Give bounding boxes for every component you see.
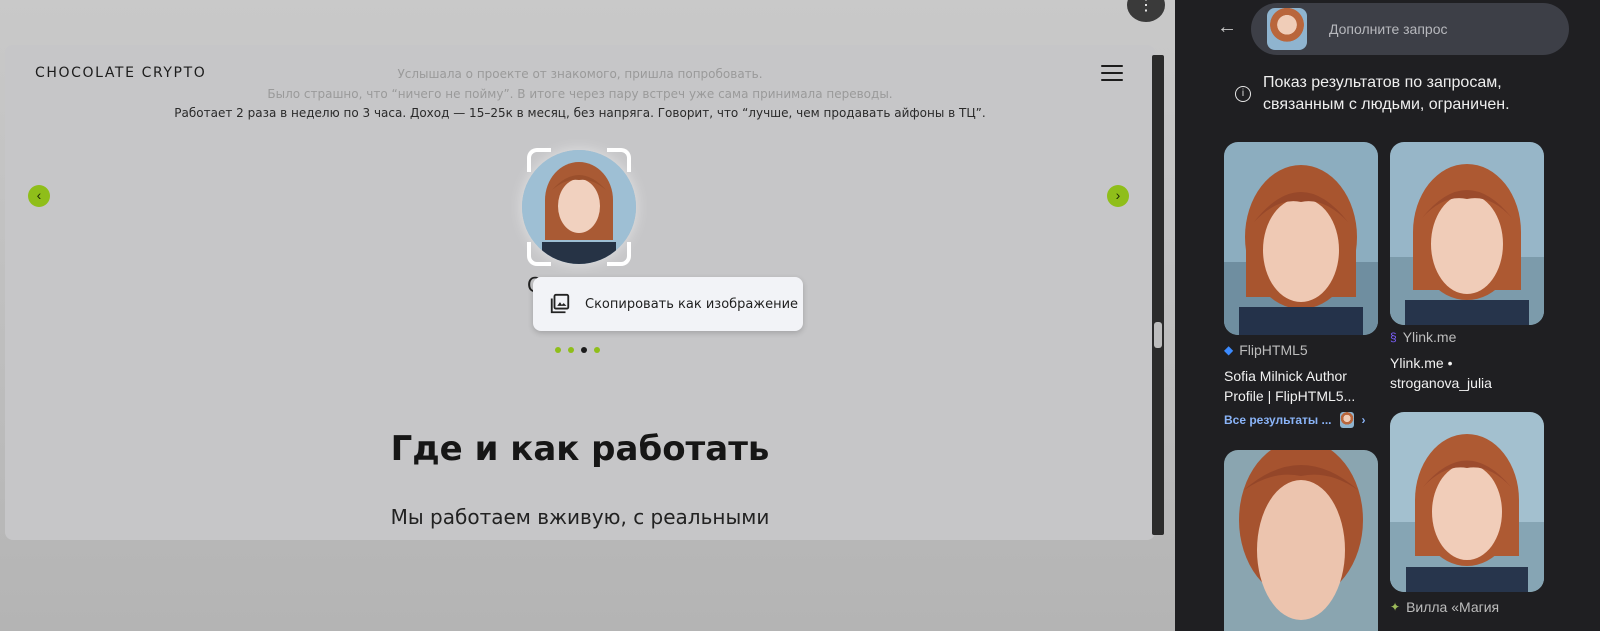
all-results-link[interactable]: Все результаты ... ›	[1224, 412, 1366, 428]
slider-dot[interactable]	[594, 347, 600, 353]
result-source-2[interactable]: § Ylink.me	[1390, 329, 1456, 345]
selection-corner	[607, 148, 631, 172]
query-image-thumbnail[interactable]	[1267, 8, 1307, 50]
slider-dots	[555, 347, 600, 353]
page-scrollbar-thumb[interactable]	[1154, 322, 1162, 348]
result-title-2[interactable]: Ylink.me • stroganova_julia	[1390, 353, 1540, 393]
website-page: CHOCOLATE CRYPTO Услышала о проекте от з…	[5, 45, 1155, 540]
notice-text: Показ результатов по запросам, связанным…	[1263, 74, 1510, 113]
search-placeholder: Дополните запрос	[1329, 21, 1448, 37]
section-heading: Где и как работать	[390, 429, 770, 469]
slider-prev-button[interactable]: ‹	[28, 185, 50, 207]
portrait-image	[1390, 142, 1544, 325]
section-paragraph: Мы работаем вживую, с реальными	[390, 505, 770, 529]
selection-corner	[527, 242, 551, 266]
review-line-1: Услышала о проекте от знакомого, пришла …	[397, 67, 763, 81]
result-source-3[interactable]: ✦ Вилла «Магия	[1390, 599, 1499, 615]
copy-as-image-menu-item[interactable]: Скопировать как изображение	[533, 277, 803, 331]
image-copy-icon	[550, 293, 570, 314]
back-arrow-icon[interactable]: ←	[1217, 16, 1237, 39]
portrait-image	[1390, 412, 1544, 592]
more-options-icon[interactable]: ⋮	[1127, 0, 1165, 22]
slider-next-button[interactable]: ›	[1107, 185, 1129, 207]
chevron-right-icon: ›	[1361, 413, 1366, 427]
portrait-image	[1224, 450, 1378, 631]
ylink-icon: §	[1390, 330, 1397, 344]
reviewer-avatar-selection[interactable]	[522, 148, 636, 266]
all-results-label: Все результаты ...	[1224, 413, 1332, 427]
selection-corner	[607, 242, 631, 266]
lens-side-panel: ← Дополните запрос i Показ результатов п…	[1175, 0, 1600, 631]
result-image-2[interactable]	[1390, 142, 1544, 325]
result-source-2-name: Ylink.me	[1402, 329, 1457, 345]
result-image-3[interactable]	[1224, 450, 1378, 631]
result-source-1-name: FlipHTML5	[1239, 342, 1308, 358]
slider-dot-active[interactable]	[581, 347, 587, 353]
search-input[interactable]: Дополните запрос	[1251, 3, 1569, 55]
result-image-4[interactable]	[1390, 412, 1544, 592]
all-results-thumbnail	[1339, 412, 1354, 428]
result-source-3-name: Вилла «Магия	[1406, 599, 1500, 615]
result-title-1[interactable]: Sofia Milnick Author Profile | FlipHTML5…	[1224, 366, 1374, 406]
villa-site-icon: ✦	[1390, 600, 1401, 614]
slider-dot[interactable]	[555, 347, 561, 353]
slider-dot[interactable]	[568, 347, 574, 353]
result-source-1[interactable]: ◆ FlipHTML5	[1224, 342, 1308, 358]
info-icon: i	[1235, 86, 1251, 102]
copy-as-image-label: Скопировать как изображение	[585, 296, 799, 312]
page-scrollbar[interactable]	[1152, 55, 1164, 535]
fliphtml5-icon: ◆	[1224, 343, 1234, 357]
review-line-2: Было страшно, что “ничего не пойму”. В и…	[267, 87, 893, 101]
review-line-3: Работает 2 раза в неделю по 3 часа. Дохо…	[174, 106, 986, 120]
selection-corner	[527, 148, 551, 172]
people-results-notice: i Показ результатов по запросам, связанн…	[1235, 72, 1575, 116]
section-paragraph-continued	[5, 533, 1155, 540]
result-image-1[interactable]	[1224, 142, 1378, 335]
portrait-image	[1224, 142, 1378, 335]
